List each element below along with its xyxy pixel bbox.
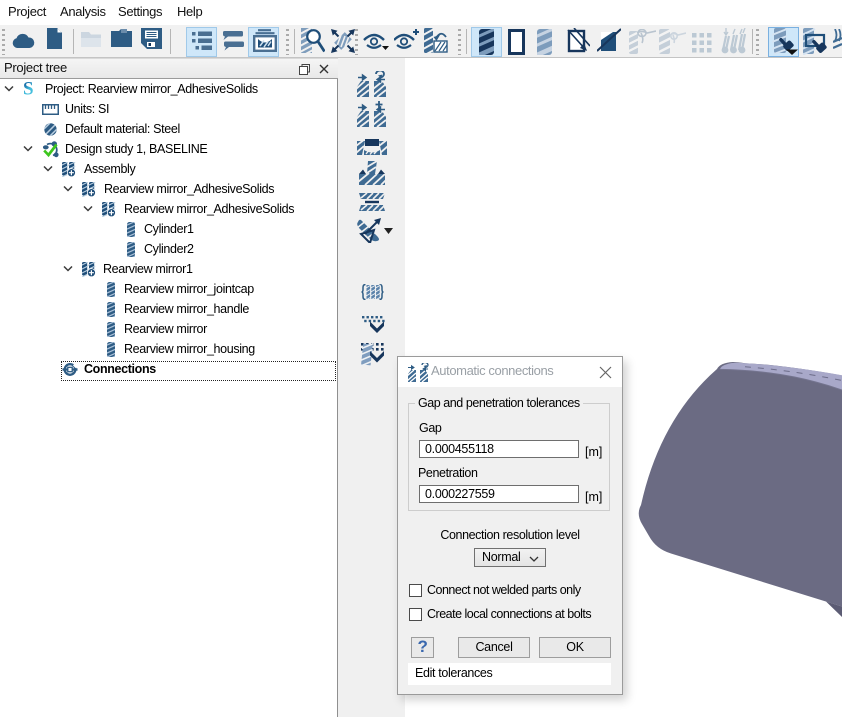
svg-text:S: S <box>23 80 33 97</box>
